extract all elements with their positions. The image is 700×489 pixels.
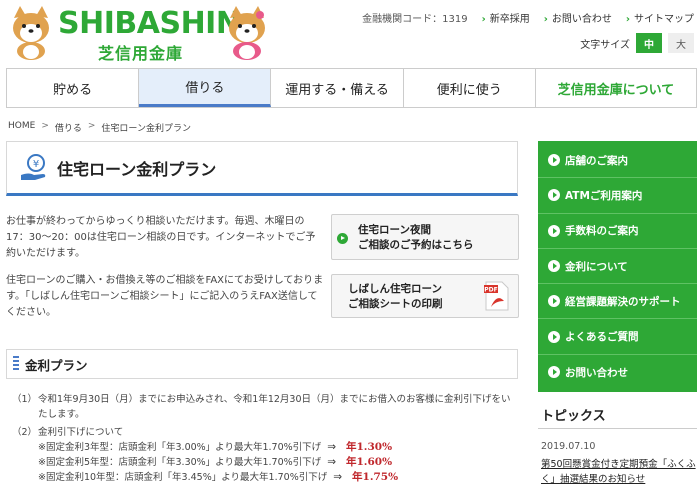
pdf-icon: PDF (484, 281, 509, 311)
rate-value: 年1.60% (321, 456, 392, 468)
topic-link[interactable]: 第50回懸賞金付き定期預金「ふくふく」抽選結果のお知らせ (541, 457, 697, 487)
section-heading: 金利プラン (6, 349, 518, 379)
arrow-circle-icon (548, 154, 560, 167)
breadcrumb: HOME > 借りる > 住宅ローン金利プラン (8, 121, 191, 134)
nav-item-save[interactable]: 貯める (6, 69, 140, 107)
sidebar-item-fees[interactable]: 手数料のご案内 (538, 214, 697, 249)
sidebar-item-label: 経営課題解決のサポート (565, 295, 681, 308)
rate-value: 年1.30% (321, 441, 392, 453)
intro-text-fax-consult: 住宅ローンのご購入・お借換え等のご相談をFAXにてお受けしております。「しばしん… (6, 275, 324, 318)
rate-row: ※固定金利3年型：店頭金利「年3.00%」より最大年1.70%引下げ年1.30% (12, 440, 517, 455)
arrow-circle-icon (548, 330, 560, 343)
font-size-medium-button[interactable]: 中 (636, 33, 662, 53)
breadcrumb-current: 住宅ローン金利プラン (101, 124, 191, 134)
arrow-circle-icon (548, 189, 560, 202)
rate-description: ※固定金利3年型：店頭金利「年3.00%」より最大年1.70%引下げ (38, 442, 322, 453)
sidebar-item-label: 金利について (565, 260, 628, 273)
consult-sheet-print-button[interactable]: しばしん住宅ローン ご相談シートの印刷 PDF (331, 274, 519, 318)
page-heading: ¥ 住宅ローン金利プラン (6, 141, 518, 196)
rate-row: ※固定金利10年型：店頭金利「年3.45%」より最大年1.70%引下げ年1.75… (12, 470, 517, 485)
topics-title: トピックス (541, 409, 606, 424)
topic-date: 2019.07.10 (541, 441, 596, 452)
list-item: （2） 金利引下げについて (12, 425, 517, 440)
breadcrumb-home[interactable]: HOME (8, 121, 35, 134)
breadcrumb-separator: > (87, 121, 96, 131)
list-item-number: （2） (12, 427, 38, 438)
button-label-line1: 住宅ローン夜間 (358, 224, 431, 236)
font-size-large-button[interactable]: 大 (668, 33, 694, 53)
nav-item-borrow[interactable]: 借りる (139, 69, 272, 107)
nav-item-convenient[interactable]: 便利に使う (404, 69, 536, 107)
sidebar-item-business-support[interactable]: 経営課題解決のサポート (538, 284, 697, 320)
sidebar-item-label: 手数料のご案内 (565, 225, 639, 238)
sidebar-item-branches[interactable]: 店舗のご案内 (538, 143, 697, 179)
global-nav: 貯める 借りる 運用する・備える 便利に使う 芝信用金庫について (6, 68, 697, 108)
section-bar-icon (13, 356, 19, 372)
sidebar-item-label: ATMご利用案内 (565, 189, 643, 202)
font-size-switcher: 文字サイズ 中 大 (580, 33, 694, 53)
sidebar-menu: 店舗のご案内 ATMご利用案内 手数料のご案内 金利について 経営課題解決のサポ… (538, 141, 697, 393)
pdf-label: PDF (484, 287, 497, 294)
section-title: 金利プラン (25, 357, 88, 373)
institution-code: 金融機関コード：1319 (362, 14, 468, 25)
breadcrumb-borrow[interactable]: 借りる (55, 121, 82, 134)
shiba-dog-mascot-girl-icon (229, 6, 265, 60)
sidebar-item-label: 店舗のご案内 (565, 154, 628, 167)
list-item-text: 令和1年9月30日（月）までにお申込みされ、令和1年12月30日（月）までにお借… (38, 394, 511, 420)
button-label-line2: ご相談のご予約はこちら (358, 239, 474, 251)
list-item-text: 金利引下げについて (38, 427, 124, 438)
contact-link[interactable]: お問い合わせ (544, 10, 612, 25)
intro-text-night-consult: お仕事が終わってからゆっくり相談いただけます。毎週、木曜日の17：30～20：0… (6, 216, 316, 259)
font-size-label: 文字サイズ (580, 39, 630, 51)
sidebar-item-label: お問い合わせ (565, 366, 628, 379)
list-item-number: （1） (12, 394, 38, 405)
site-header: SHIBASHIN 芝信用金庫 金融機関コード：1319 新卒採用 お問い合わせ… (0, 0, 700, 66)
arrow-circle-icon (548, 260, 560, 273)
nav-item-about[interactable]: 芝信用金庫について (536, 69, 697, 107)
breadcrumb-separator: > (41, 121, 49, 131)
shiba-dog-mascot-icon (13, 6, 49, 60)
arrow-right-icon (337, 233, 348, 244)
arrow-circle-icon (548, 224, 560, 237)
svg-text:¥: ¥ (33, 159, 39, 170)
brand-name-en: SHIBASHIN (58, 6, 241, 41)
night-consult-reservation-button[interactable]: 住宅ローン夜間 ご相談のご予約はこちら (331, 214, 519, 260)
rate-value: 年1.75% (327, 471, 398, 483)
rate-description: ※固定金利5年型：店頭金利「年3.30%」より最大年1.70%引下げ (38, 457, 322, 468)
sidebar-item-rates[interactable]: 金利について (538, 249, 697, 285)
nav-item-invest[interactable]: 運用する・備える (271, 69, 404, 107)
sitemap-link[interactable]: サイトマップ (626, 10, 694, 25)
list-item: （1） 令和1年9月30日（月）までにお申込みされ、令和1年12月30日（月）ま… (12, 392, 517, 422)
yen-hand-icon: ¥ (21, 153, 46, 180)
brand-name-jp: 芝信用金庫 (98, 44, 184, 63)
utility-links: 金融機関コード：1319 新卒採用 お問い合わせ サイトマップ (362, 10, 694, 25)
arrow-circle-icon (548, 295, 560, 308)
arrow-circle-icon (548, 366, 560, 379)
rate-plan-list: （1） 令和1年9月30日（月）までにお申込みされ、令和1年12月30日（月）ま… (12, 392, 517, 485)
sidebar-item-label: よくあるご質問 (565, 331, 639, 344)
sidebar-item-faq[interactable]: よくあるご質問 (538, 319, 697, 355)
rate-row: ※固定金利5年型：店頭金利「年3.30%」より最大年1.70%引下げ年1.60% (12, 455, 517, 470)
topics-divider (538, 428, 697, 429)
sidebar-item-contact[interactable]: お問い合わせ (538, 355, 697, 390)
site-logo[interactable]: SHIBASHIN 芝信用金庫 (4, 4, 265, 63)
recruit-link[interactable]: 新卒採用 (482, 10, 530, 25)
rate-description: ※固定金利10年型：店頭金利「年3.45%」より最大年1.70%引下げ (38, 472, 328, 483)
page-title: 住宅ローン金利プラン (57, 159, 217, 179)
sidebar-item-atm[interactable]: ATMご利用案内 (538, 178, 697, 214)
